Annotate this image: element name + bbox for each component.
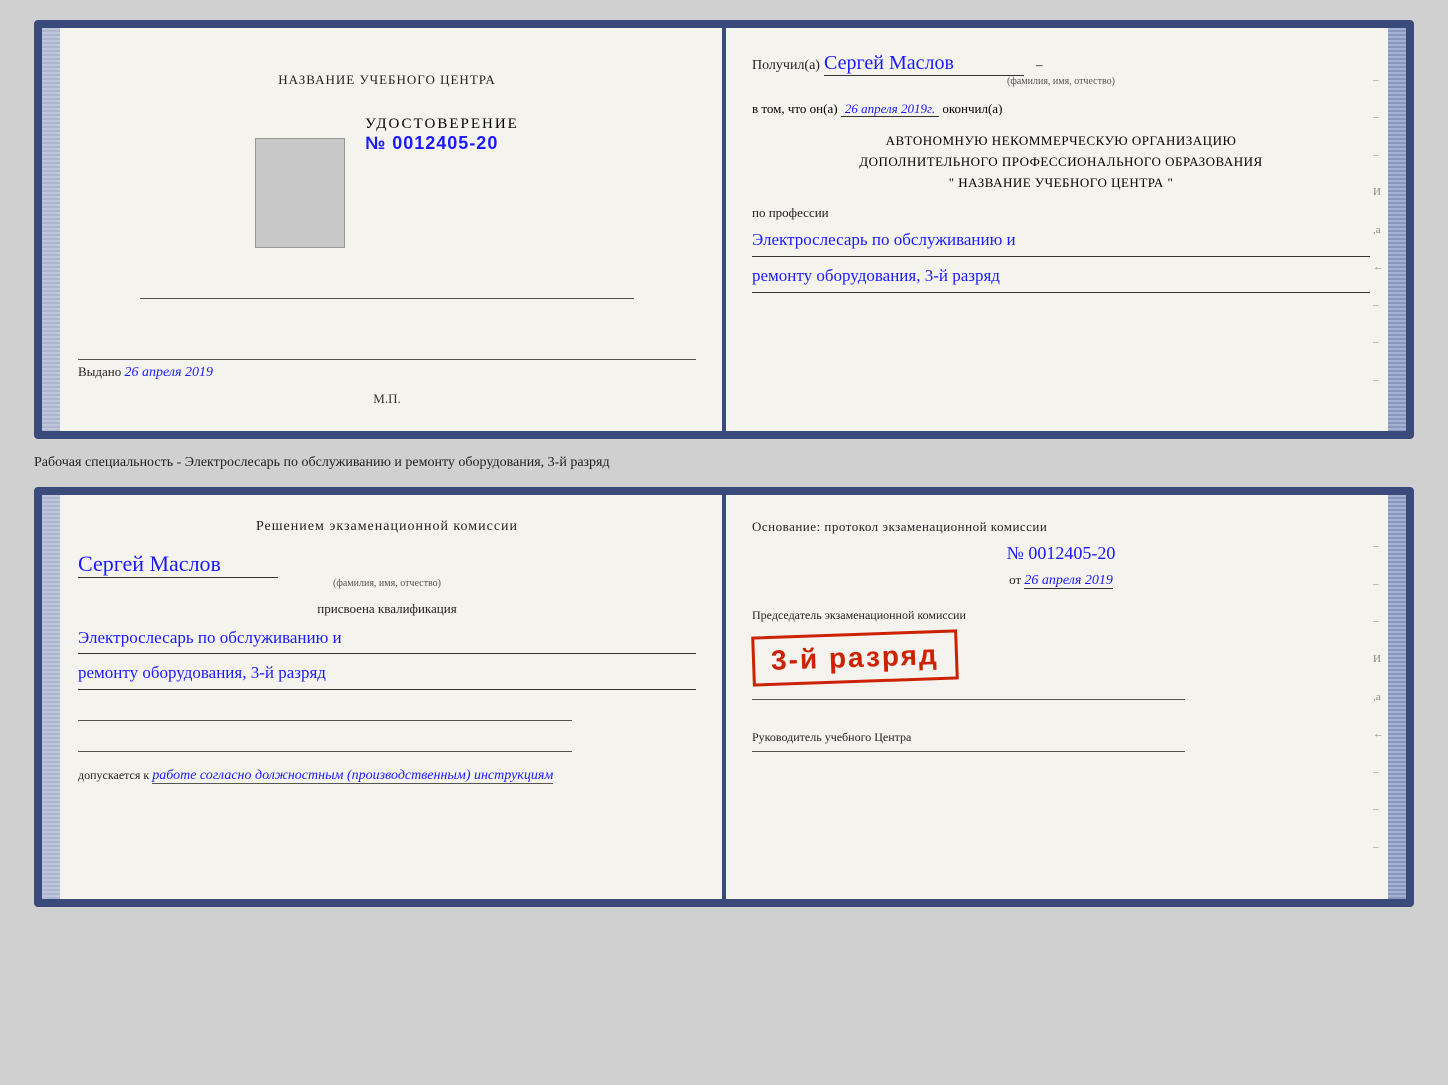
sig-line-1 [78, 720, 572, 721]
qual-line1: Электрослесарь по обслуживанию и [78, 623, 696, 655]
photo-row: УДОСТОВЕРЕНИЕ № 0012405-20 [255, 108, 519, 268]
chairman-label: Председатель экзаменационной комиссии [752, 607, 966, 624]
received-prefix: Получил(а) [752, 58, 820, 73]
org-line1: АВТОНОМНУЮ НЕКОММЕРЧЕСКУЮ ОРГАНИЗАЦИЮ [752, 131, 1370, 152]
admitted-italic: работе согласно должностным (производств… [152, 768, 553, 784]
between-label: Рабочая специальность - Электрослесарь п… [34, 449, 1414, 477]
issued-line: Выдано 26 апреля 2019 [78, 359, 696, 381]
head-label: Руководитель учебного Центра [752, 730, 1370, 745]
admitted-prefix: допускается к [78, 768, 149, 782]
org-line3: " НАЗВАНИЕ УЧЕБНОГО ЦЕНТРА " [752, 173, 1370, 194]
stamp-and-labels: Председатель экзаменационной комиссии 3-… [752, 599, 1370, 694]
bottom-right-page: Основание: протокол экзаменационной коми… [724, 495, 1406, 899]
cert-number: № 0012405-20 [365, 133, 519, 154]
recipient-name: Сергей Маслов [824, 52, 954, 74]
top-card: НАЗВАНИЕ УЧЕБНОГО ЦЕНТРА УДОСТОВЕРЕНИЕ №… [34, 20, 1414, 439]
right-sig-line-head [752, 751, 1185, 752]
issued-date: 26 апреля 2019 [125, 365, 213, 380]
stamp-text: 3-й разряд [770, 639, 939, 676]
right-dashes: – – – И ,а ← – – – [1373, 28, 1384, 431]
completion-date: 26 апреля 2019г. [841, 101, 939, 117]
bottom-fio-label: (фамилия, имя, отчество) [78, 578, 696, 589]
bottom-left-page: Решением экзаменационной комиссии Сергей… [42, 495, 724, 899]
issued-label: Выдано [78, 364, 121, 379]
right-spine-texture [1388, 28, 1406, 431]
top-right-page: Получил(а) Сергей Маслов – (фамилия, имя… [724, 28, 1406, 431]
protocol-number: № 0012405-20 [752, 543, 1370, 564]
finished-label: окончил(а) [942, 101, 1002, 116]
mp-label: М.П. [373, 391, 400, 407]
bottom-date-value: 26 апреля 2019 [1024, 573, 1112, 589]
bottom-recipient-field: Сергей Маслов [78, 551, 278, 578]
date-prefix: от [1009, 572, 1021, 587]
left-spine-texture [42, 28, 60, 431]
bottom-right-dashes: – – – И ,а ← – – – [1373, 495, 1384, 899]
date-line: от 26 апреля 2019 [752, 572, 1370, 589]
profession-label: по профессии [752, 205, 1370, 221]
qualification-title: присвоена квалификация [78, 601, 696, 617]
admitted-text: допускается к работе согласно должностны… [78, 768, 696, 784]
bottom-left-spine [42, 495, 60, 899]
org-block: АВТОНОМНУЮ НЕКОММЕРЧЕСКУЮ ОРГАНИЗАЦИЮ ДО… [752, 131, 1370, 193]
bottom-card: Решением экзаменационной комиссии Сергей… [34, 487, 1414, 907]
basis-label: Основание: протокол экзаменационной коми… [752, 519, 1370, 535]
in-that-prefix: в том, что он(а) [752, 101, 838, 116]
profession-line1: Электрослесарь по обслуживанию и [752, 225, 1370, 257]
sig-line-2 [78, 751, 572, 752]
profession-line2: ремонту оборудования, 3-й разряд [752, 261, 1370, 293]
photo-placeholder [255, 138, 345, 248]
right-sig-line-chairman [752, 699, 1185, 700]
bottom-right-spine [1388, 495, 1406, 899]
stamp-box: 3-й разряд [751, 630, 958, 687]
org-line2: ДОПОЛНИТЕЛЬНОГО ПРОФЕССИОНАЛЬНОГО ОБРАЗО… [752, 152, 1370, 173]
top-left-page: НАЗВАНИЕ УЧЕБНОГО ЦЕНТРА УДОСТОВЕРЕНИЕ №… [42, 28, 724, 431]
bottom-recipient-name: Сергей Маслов [78, 551, 221, 576]
org-name-top: НАЗВАНИЕ УЧЕБНОГО ЦЕНТРА [278, 72, 495, 88]
cert-details: УДОСТОВЕРЕНИЕ № 0012405-20 [365, 108, 519, 154]
cert-title: УДОСТОВЕРЕНИЕ [365, 116, 519, 133]
fio-label: (фамилия, имя, отчество) [752, 76, 1370, 87]
resolution-title: Решением экзаменационной комиссии [78, 519, 696, 535]
qual-line2: ремонту оборудования, 3-й разряд [78, 658, 696, 690]
in-that-line: в том, что он(а) 26 апреля 2019г. окончи… [752, 101, 1370, 117]
recipient-name-field: Сергей Маслов [824, 52, 1024, 76]
certificate-container: НАЗВАНИЕ УЧЕБНОГО ЦЕНТРА УДОСТОВЕРЕНИЕ №… [34, 20, 1414, 907]
